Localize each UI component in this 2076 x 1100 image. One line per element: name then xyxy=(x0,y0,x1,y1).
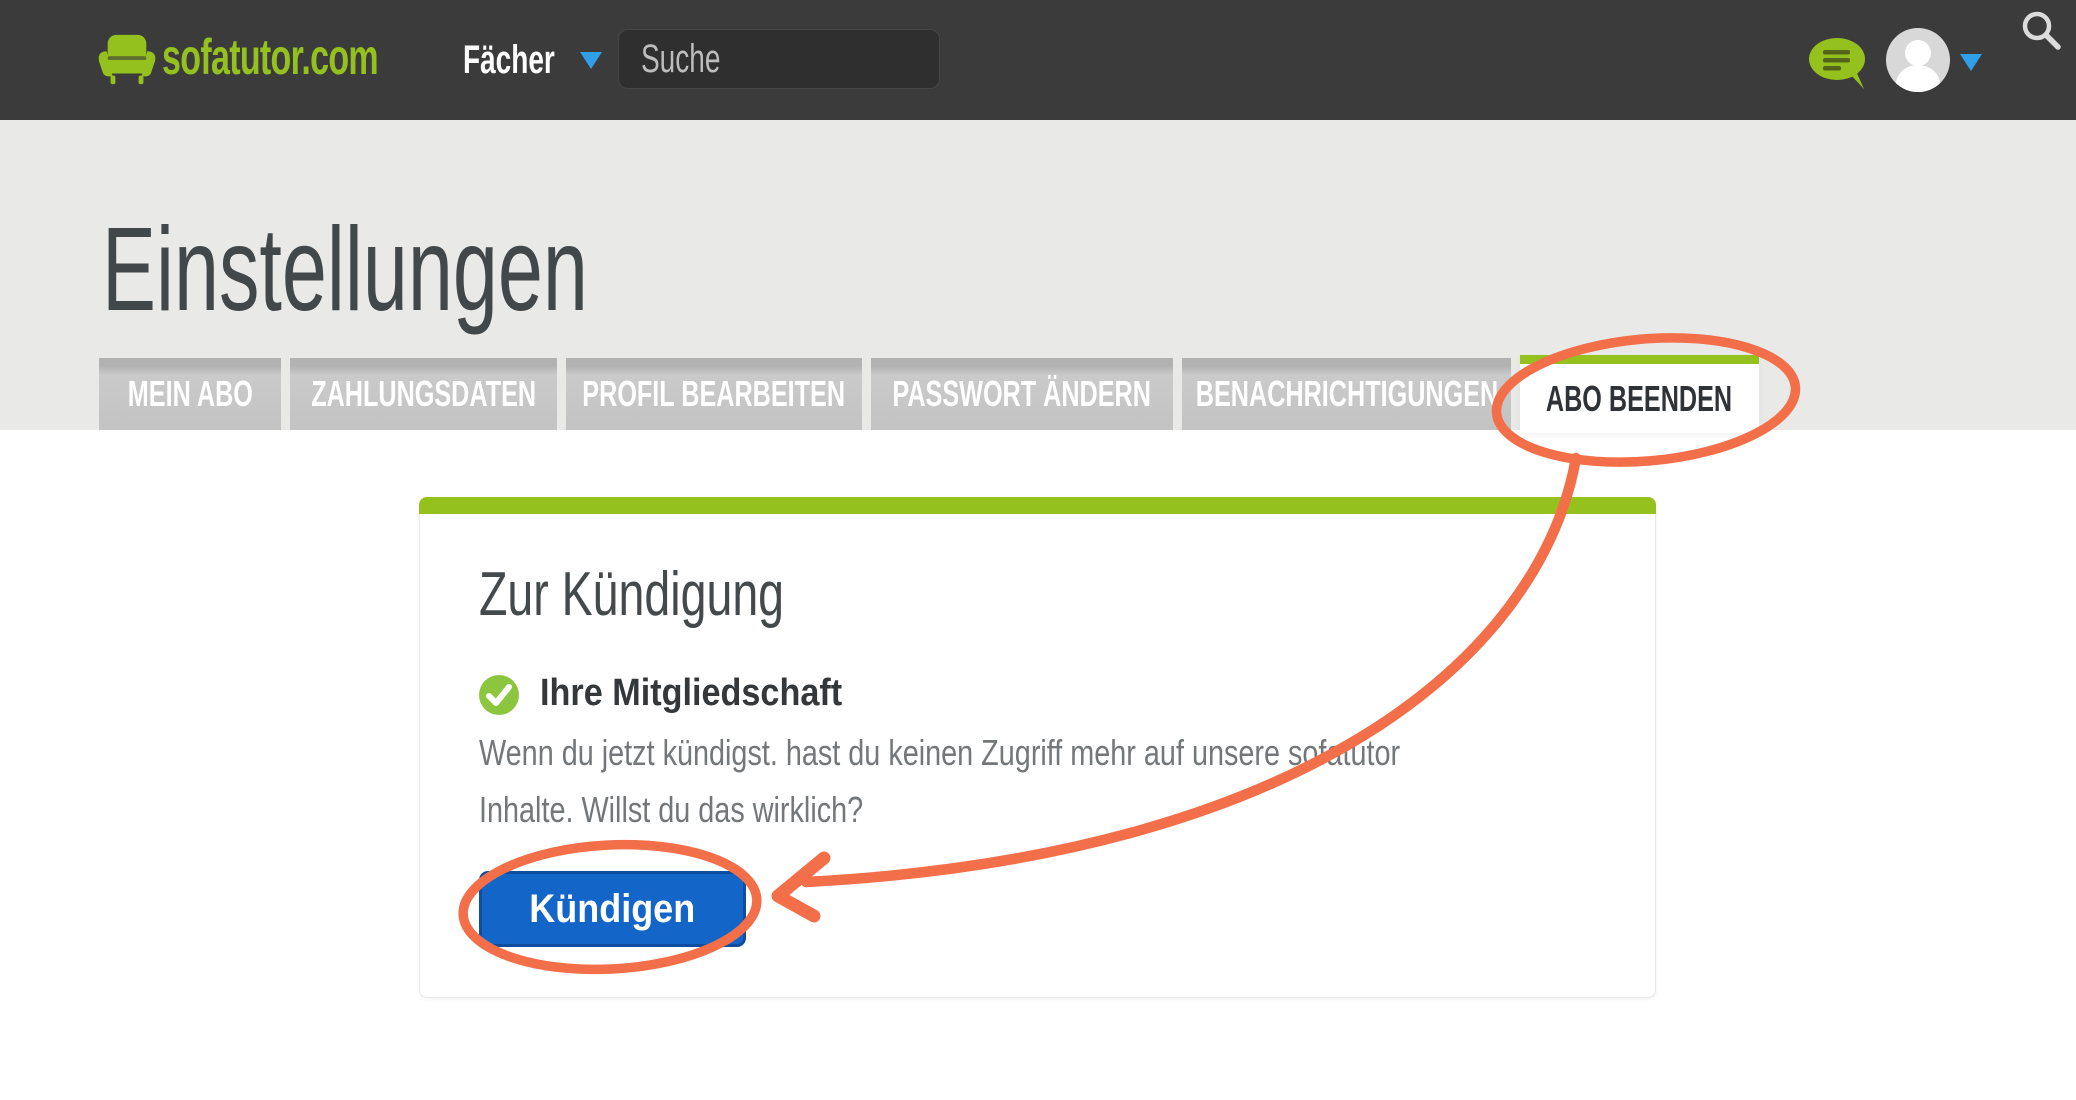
tab-zahlungsdaten[interactable]: ZAHLUNGSDATEN xyxy=(290,358,557,430)
tab-profil-bearbeiten[interactable]: PROFIL BEARBEITEN xyxy=(566,358,862,430)
avatar[interactable] xyxy=(1886,28,1950,92)
membership-body-text: Wenn du jetzt kündigst. hast du keinen Z… xyxy=(479,724,1400,838)
page: sofatutor.com Fächer xyxy=(0,0,2076,1100)
membership-section-title: Ihre Mitgliedschaft xyxy=(540,670,842,716)
settings-header-section: Einstellungen MEIN ABO ZAHLUNGSDATEN PRO… xyxy=(0,120,2076,430)
search-box xyxy=(618,29,940,89)
cancel-subscription-button[interactable]: Kündigen xyxy=(479,871,746,947)
chevron-down-icon xyxy=(580,52,602,69)
tab-benachrichtigungen[interactable]: BENACHRICHTIGUNGEN xyxy=(1182,358,1511,430)
cancel-button-label: Kündigen xyxy=(530,887,696,932)
top-nav: sofatutor.com Fächer xyxy=(0,0,2076,120)
chevron-down-icon[interactable] xyxy=(1960,54,1982,71)
card-accent-bar xyxy=(419,497,1656,514)
chat-bubble-icon[interactable] xyxy=(1806,36,1870,95)
search-input[interactable] xyxy=(641,30,851,88)
nav-facher-label: Fächer xyxy=(463,36,555,84)
search-icon[interactable] xyxy=(2020,9,2064,58)
tab-passwort-aendern[interactable]: PASSWORT ÄNDERN xyxy=(871,358,1173,430)
couch-icon xyxy=(98,34,156,86)
page-title: Einstellungen xyxy=(102,210,588,329)
settings-tabs: MEIN ABO ZAHLUNGSDATEN PROFIL BEARBEITEN… xyxy=(99,355,1759,433)
cancellation-card: Zur Kündigung Ihre Mitgliedschaft Wenn d… xyxy=(419,497,1656,998)
tab-abo-beenden[interactable]: ABO BEENDEN xyxy=(1520,355,1759,433)
brand-logo[interactable]: sofatutor.com xyxy=(98,34,156,86)
body-line-2: Inhalte. Willst du das wirklich? xyxy=(479,781,1400,838)
card-title: Zur Kündigung xyxy=(479,562,784,628)
nav-facher-menu[interactable]: Fächer xyxy=(463,36,602,84)
check-circle-icon xyxy=(479,675,519,715)
body-line-1: Wenn du jetzt kündigst. hast du keinen Z… xyxy=(479,724,1400,781)
tab-mein-abo[interactable]: MEIN ABO xyxy=(99,358,281,430)
brand-name: sofatutor.com xyxy=(162,32,378,82)
